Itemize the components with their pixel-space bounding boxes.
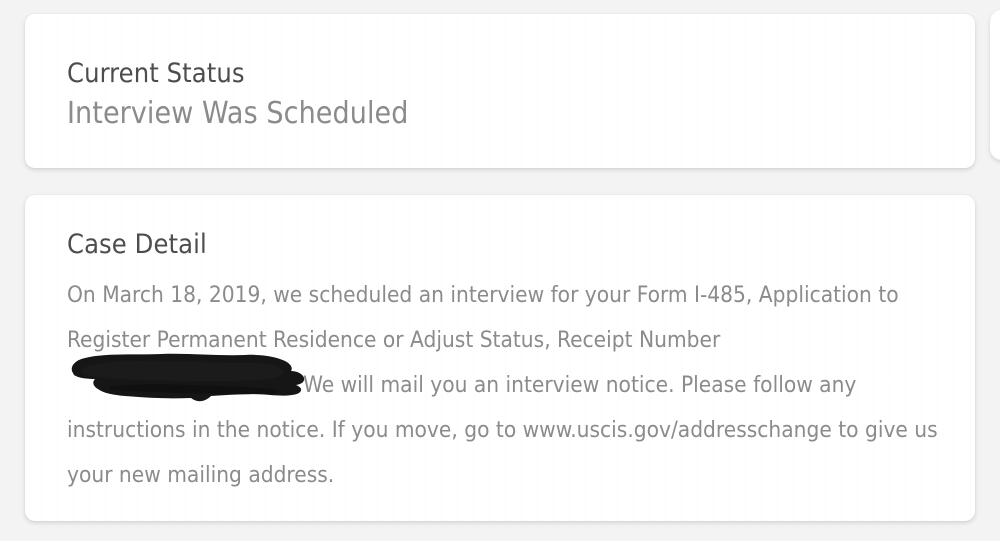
current-status-card[interactable]: Current Status Interview Was Scheduled [25,14,975,168]
case-detail-card[interactable]: Case Detail On March 18, 2019, we schedu… [25,195,975,521]
case-detail-body-part-1: On March 18, 2019, we scheduled an inter… [67,282,899,353]
card-texture [25,14,975,168]
current-status-label: Current Status [67,58,245,89]
current-status-value: Interview Was Scheduled [67,96,409,131]
next-card-peek[interactable] [990,10,1000,160]
case-status-screen: Current Status Interview Was Scheduled C… [0,0,1000,541]
case-detail-label: Case Detail [67,229,207,260]
case-detail-body: On March 18, 2019, we scheduled an inter… [67,273,947,498]
case-detail-body-part-2: We will mail you an interview notice. Pl… [67,372,938,488]
